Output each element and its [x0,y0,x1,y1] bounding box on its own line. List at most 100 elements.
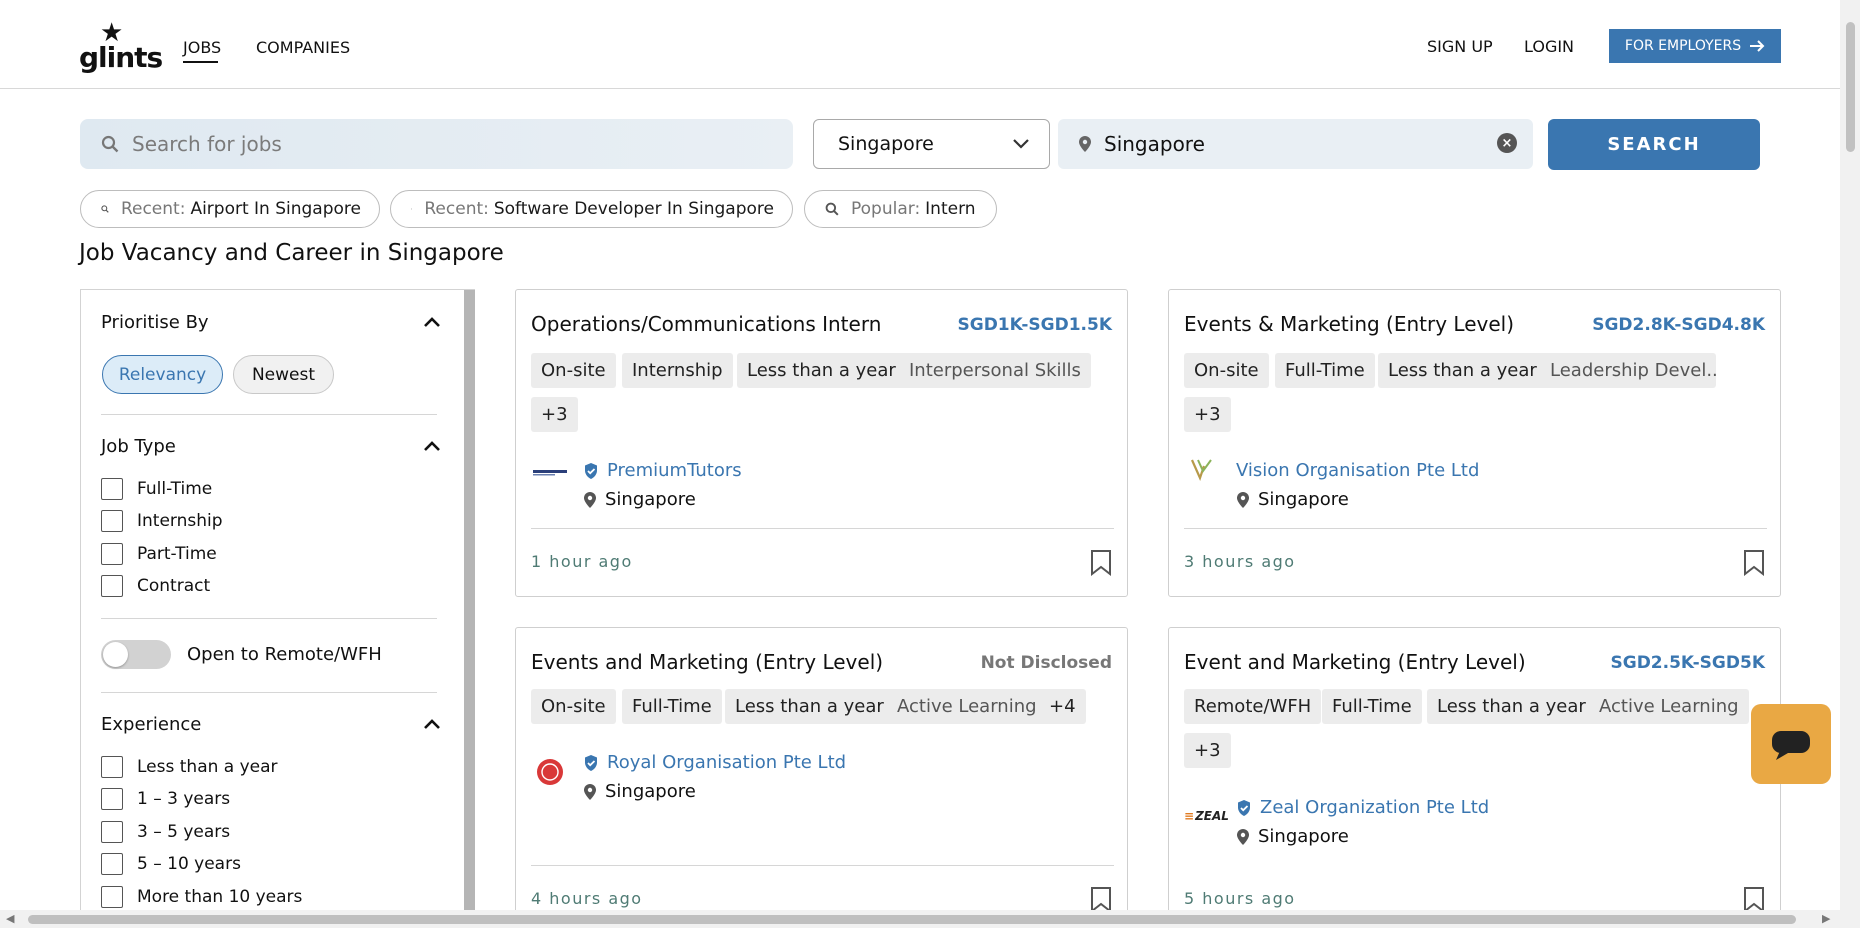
experience-checkbox[interactable]: 1 – 3 years [101,788,230,810]
experience-checkbox[interactable]: Less than a year [101,756,278,778]
job-salary: Not Disclosed [980,653,1112,673]
checkbox[interactable] [101,886,123,908]
job-salary: SGD2.5K-SGD5K [1610,653,1766,673]
country-select[interactable]: Singapore [813,119,1050,169]
posted-time: 3 hours ago [1184,552,1296,571]
verified-badge-icon [585,462,597,479]
experience-checkbox[interactable]: 3 – 5 years [101,821,230,843]
company-name[interactable]: Vision Organisation Pte Ltd [1236,460,1479,481]
company-name[interactable]: PremiumTutors [607,460,742,481]
for-employers-button[interactable]: FOR EMPLOYERS [1609,29,1781,63]
chip-label: Recent: [120,199,186,219]
search-placeholder: Search for jobs [132,132,282,156]
job-type-checkbox[interactable]: Contract [101,575,210,597]
job-type-checkbox[interactable]: Internship [101,510,223,532]
job-title[interactable]: Events & Marketing (Entry Level) [1184,312,1514,336]
remote-toggle[interactable] [101,640,171,669]
sort-newest-button[interactable]: Newest [233,355,334,394]
checkbox[interactable] [101,575,123,597]
scroll-left-icon[interactable]: ◀ [6,912,14,925]
company-name-row[interactable]: PremiumTutors [583,460,742,481]
divider [101,414,437,415]
sign-up-link[interactable]: SIGN UP [1427,37,1493,56]
checkbox[interactable] [101,543,123,565]
scrollbar-thumb[interactable] [28,915,1796,924]
job-salary: SGD2.8K-SGD4.8K [1592,315,1765,335]
search-icon [411,208,413,210]
checkbox[interactable] [101,510,123,532]
job-title[interactable]: Events and Marketing (Entry Level) [531,650,883,674]
company-name[interactable]: Zeal Organization Pte Ltd [1260,797,1489,818]
checkbox[interactable] [101,756,123,778]
nav-jobs-link[interactable]: JOBS [183,38,221,57]
scrollbar-thumb[interactable] [1846,22,1855,152]
company-name[interactable]: Royal Organisation Pte Ltd [607,752,846,773]
posted-time: 5 hours ago [1184,889,1296,908]
clear-location-icon[interactable]: × [1497,133,1517,153]
bookmark-icon[interactable] [1743,549,1765,576]
for-employers-label: FOR EMPLOYERS [1624,38,1742,54]
login-link[interactable]: LOGIN [1524,37,1574,56]
bookmark-icon[interactable] [1743,886,1765,913]
job-tag: Less than a year [737,353,906,388]
job-title[interactable]: Event and Marketing (Entry Level) [1184,650,1526,674]
company-name-row[interactable]: Zeal Organization Pte Ltd [1236,797,1489,818]
location-input[interactable]: Singapore × [1058,119,1533,169]
chip-label: Recent: [424,199,489,219]
job-title[interactable]: Operations/Communications Intern [531,312,881,336]
location-text: Singapore [605,781,696,802]
checkbox-label: Contract [137,576,211,596]
recent-search-chip[interactable]: Recent: Software Developer In Singapore [390,190,793,228]
experience-checkbox[interactable]: More than 10 years [101,886,302,908]
job-tag: Full-Time [1322,689,1422,724]
location-text: Singapore [1258,489,1349,510]
nav-companies-link[interactable]: COMPANIES [256,38,350,57]
checkbox[interactable] [101,788,123,810]
scroll-right-icon[interactable]: ▶ [1822,912,1830,925]
recent-search-chip[interactable]: Recent: Airport In Singapore [80,190,380,228]
page-horizontal-scrollbar[interactable]: ◀ ▶ [0,910,1840,928]
popular-search-chip[interactable]: Popular: Intern [804,190,997,228]
job-tag-more: +3 [531,397,578,432]
sort-relevancy-button[interactable]: Relevancy [102,355,223,394]
job-type-checkbox[interactable]: Full-Time [101,478,212,500]
chevron-up-icon[interactable] [423,440,441,452]
job-location: Singapore [1236,826,1349,847]
search-button[interactable]: SEARCH [1548,119,1760,170]
chat-widget-button[interactable] [1751,704,1831,784]
job-search-input[interactable]: Search for jobs [80,119,793,169]
page-vertical-scrollbar[interactable] [1840,0,1860,928]
job-card[interactable]: Events & Marketing (Entry Level) SGD2.8K… [1168,289,1781,597]
bookmark-icon[interactable] [1090,549,1112,576]
location-pin-icon [584,783,596,800]
job-card[interactable]: Event and Marketing (Entry Level) SGD2.5… [1168,627,1781,927]
prioritise-heading: Prioritise By [101,312,209,333]
job-tag: Less than a year [1427,689,1596,724]
job-card[interactable]: Operations/Communications Intern SGD1K-S… [515,289,1128,597]
chevron-up-icon[interactable] [423,718,441,730]
job-location: Singapore [583,781,696,802]
arrow-right-icon [1750,40,1765,52]
bookmark-icon[interactable] [1090,886,1112,913]
company-name-row[interactable]: Royal Organisation Pte Ltd [583,752,846,773]
job-tag: Full-Time [1275,353,1375,388]
divider [531,865,1114,866]
chevron-up-icon[interactable] [423,316,441,328]
glints-logo[interactable]: ★ glints [79,20,163,74]
chevron-down-icon [1013,139,1029,149]
job-type-checkbox[interactable]: Part-Time [101,543,217,565]
checkbox[interactable] [101,821,123,843]
checkbox-label: More than 10 years [137,887,303,907]
location-pin-icon [1237,828,1249,845]
checkbox[interactable] [101,478,123,500]
posted-time: 4 hours ago [531,889,643,908]
company-name-row[interactable]: Vision Organisation Pte Ltd [1236,460,1479,481]
filter-scrollbar[interactable] [464,290,475,913]
job-tag: Leadership Devel... [1540,353,1716,388]
job-card[interactable]: Events and Marketing (Entry Level) Not D… [515,627,1128,927]
experience-checkbox[interactable]: 5 – 10 years [101,853,241,875]
job-tag: On-site [531,353,616,388]
checkbox-label: 3 – 5 years [137,822,231,842]
divider [101,618,437,619]
checkbox[interactable] [101,853,123,875]
